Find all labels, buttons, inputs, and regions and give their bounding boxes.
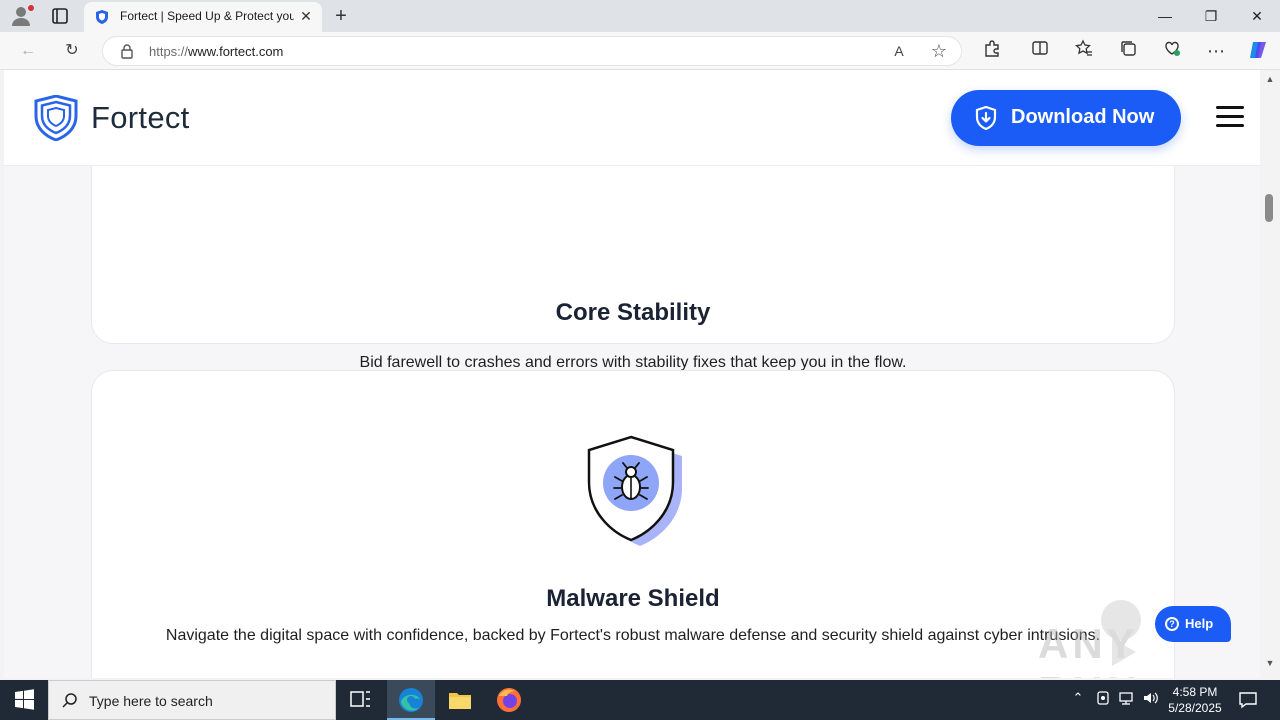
file-explorer-icon[interactable] — [436, 680, 484, 720]
bug-shield-icon — [587, 435, 682, 546]
favorite-star-icon[interactable]: ☆ — [927, 39, 951, 63]
search-icon — [62, 693, 77, 708]
fortect-logo-icon[interactable] — [34, 95, 78, 141]
clock-date: 5/28/2025 — [1168, 701, 1222, 715]
new-tab-button[interactable]: + — [330, 5, 352, 27]
help-icon: ? — [1165, 617, 1179, 631]
edge-icon[interactable] — [387, 680, 435, 720]
tab-strip: Fortect | Speed Up & Protect your ✕ + — … — [0, 0, 1280, 32]
tray-overflow-icon[interactable]: ⌃ — [1068, 690, 1088, 710]
notification-icon[interactable] — [1236, 688, 1260, 712]
back-button[interactable]: ← — [16, 39, 40, 63]
card-description: Navigate the digital space with confiden… — [165, 627, 1101, 644]
close-window-button[interactable]: ✕ — [1234, 0, 1280, 32]
profile-icon[interactable] — [10, 5, 34, 27]
tab-close-button[interactable]: ✕ — [298, 8, 314, 24]
menu-icon[interactable] — [1216, 106, 1244, 128]
site-header: Fortect Download Now — [4, 70, 1260, 166]
scroll-down-arrow-icon[interactable]: ▼ — [1264, 658, 1276, 668]
refresh-button[interactable]: ↻ — [60, 39, 84, 63]
collections-icon[interactable] — [1116, 39, 1140, 63]
scroll-up-arrow-icon[interactable]: ▲ — [1264, 74, 1276, 84]
fortect-tab-icon — [96, 10, 108, 24]
help-label: Help — [1185, 616, 1214, 631]
shield-download-icon — [975, 106, 997, 130]
restore-button[interactable]: ❐ — [1188, 0, 1234, 32]
taskbar-clock[interactable]: 4:58 PM 5/28/2025 — [1160, 684, 1230, 716]
firefox-icon[interactable] — [485, 680, 533, 720]
tab-title: Fortect | Speed Up & Protect your — [120, 9, 294, 23]
page-viewport: Fortect Download Now Core Stability Bid … — [4, 70, 1260, 678]
browser-essentials-icon[interactable] — [1160, 39, 1184, 63]
copilot-icon[interactable] — [1246, 39, 1270, 63]
tabs-icon[interactable] — [50, 6, 70, 26]
search-placeholder: Type here to search — [89, 693, 213, 709]
network-icon[interactable] — [1117, 690, 1137, 710]
url-text[interactable]: https://www.fortect.com — [149, 44, 283, 59]
help-button[interactable]: ? Help — [1155, 606, 1231, 642]
volume-icon[interactable] — [1141, 690, 1161, 710]
page-scrollbar[interactable]: ▲ ▼ — [1260, 70, 1280, 678]
feature-card-malware-shield: Malware Shield Navigate the digital spac… — [91, 370, 1175, 678]
card-title: Malware Shield — [546, 585, 720, 612]
scroll-thumb[interactable] — [1265, 194, 1273, 222]
logo-text[interactable]: Fortect — [91, 100, 190, 136]
card-title: Core Stability — [555, 299, 711, 326]
read-aloud-icon[interactable]: A — [887, 39, 911, 63]
minimize-button[interactable]: — — [1142, 0, 1188, 32]
windows-start-icon[interactable] — [0, 680, 48, 720]
address-bar[interactable]: https://www.fortect.com A ☆ — [102, 36, 962, 66]
windows-taskbar: Type here to search ⌃ 4:58 PM 5/28/2025 — [0, 680, 1280, 720]
more-menu-icon[interactable]: ⋯ — [1204, 39, 1228, 63]
taskbar-search-box[interactable]: Type here to search — [48, 680, 336, 720]
split-screen-icon[interactable] — [1028, 39, 1052, 63]
extensions-icon[interactable] — [980, 39, 1004, 63]
tray-app-icon[interactable] — [1093, 690, 1113, 710]
browser-tab[interactable]: Fortect | Speed Up & Protect your ✕ — [84, 2, 322, 32]
clock-time: 4:58 PM — [1172, 685, 1218, 699]
download-now-label: Download Now — [1011, 106, 1155, 128]
lock-icon[interactable] — [119, 43, 135, 59]
download-now-button[interactable]: Download Now — [951, 90, 1181, 146]
favorites-icon[interactable] — [1072, 39, 1096, 63]
browser-toolbar: ← ↻ https://www.fortect.com A ☆ ⋯ — [0, 32, 1280, 70]
task-view-icon[interactable] — [336, 680, 384, 720]
